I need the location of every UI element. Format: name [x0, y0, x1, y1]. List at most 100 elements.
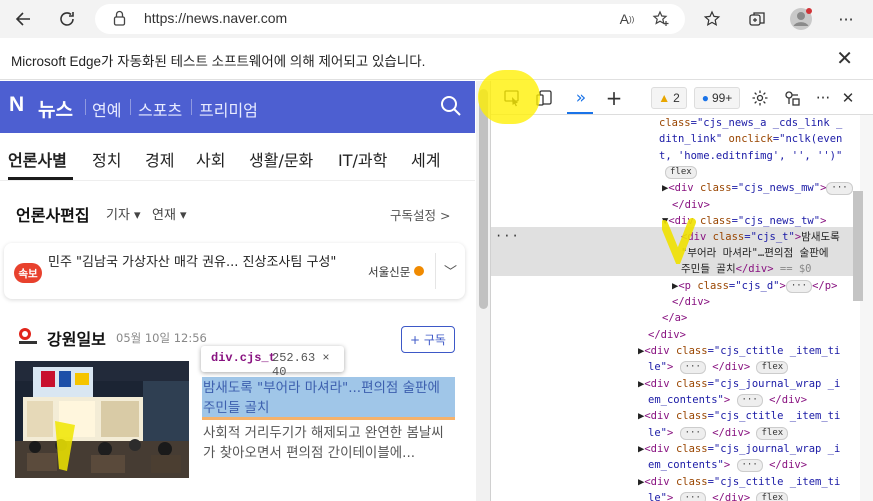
dom-line[interactable]: ▶<div class="cjs_ctitle _item_ti [638, 474, 840, 490]
active-tab-indicator [567, 112, 593, 114]
devtools-scrollbar[interactable] [860, 115, 873, 501]
devtools-scrollbar-thumb[interactable] [853, 191, 863, 301]
nav-entertainment[interactable]: 연예 [92, 97, 121, 121]
infobar-message: Microsoft Edge가 자동화된 테스트 소프트웨어에 의해 제어되고 … [11, 54, 426, 69]
dom-line[interactable]: em_contents"> ··· </div> [648, 457, 807, 473]
press-time: 05월 10일 12:56 [116, 331, 207, 345]
tab-society[interactable]: 사회 [196, 147, 225, 171]
dom-line[interactable]: ▶<div class="cjs_ctitle _item_ti [638, 408, 840, 424]
read-aloud-label: A [619, 11, 629, 27]
nav-sports[interactable]: 스포츠 [138, 97, 182, 121]
edit-row: 언론사편집 기자 ▾ 연재 ▾ 구독설정 > [0, 181, 475, 239]
search-icon[interactable] [440, 95, 462, 117]
nav-divider [191, 99, 192, 115]
dom-line[interactable]: </div> [648, 327, 686, 343]
warnings-badge[interactable]: ▲ 2 [651, 87, 687, 109]
add-tab-icon[interactable]: + [602, 86, 626, 110]
browser-toolbar: https://news.naver.com A)) ··· [0, 0, 873, 38]
dom-line[interactable]: em_contents"> ··· </div> [648, 392, 807, 408]
dom-line[interactable]: ▶<div class="cjs_ctitle _item_ti [638, 343, 840, 359]
dom-line[interactable]: ▶<div class="cjs_journal_wrap _i [638, 441, 840, 457]
read-aloud-icon[interactable]: A)) [616, 8, 638, 30]
add-favorite-icon[interactable] [650, 8, 672, 30]
naver-header: N 뉴스 연예 스포츠 프리미엄 [0, 81, 475, 133]
profile-avatar-icon[interactable] [786, 5, 816, 33]
dom-line[interactable]: ditn_link" onclick="nclk(even [659, 131, 842, 147]
lock-icon[interactable] [113, 10, 126, 26]
press-logo-icon [17, 327, 39, 345]
dom-line[interactable]: le"> ··· </div> flex [648, 490, 789, 501]
series-filter[interactable]: 연재 ▾ [152, 204, 187, 223]
subscribe-settings-link[interactable]: 구독설정 > [390, 205, 450, 224]
close-icon[interactable]: ✕ [836, 46, 853, 70]
dom-line[interactable]: le"> ··· </div> flex [648, 425, 789, 441]
tab-it-science[interactable]: IT/과학 [338, 147, 387, 171]
dom-line[interactable]: ▶<div class="cjs_news_mw"> ··· [662, 180, 853, 196]
customize-icon[interactable] [780, 87, 804, 109]
press-name[interactable]: 강원일보 [47, 326, 106, 350]
messages-count: 99+ [711, 91, 733, 105]
breaking-source[interactable]: 서울신문 [368, 264, 410, 280]
warnings-count: 2 [673, 91, 680, 105]
settings-gear-icon[interactable] [748, 87, 772, 109]
devtools-toolbar: » + ▲ 2 ● 99+ ··· ✕ [491, 81, 873, 115]
category-tabs: 언론사별 정치 경제 사회 생활/문화 IT/과학 세계 [0, 133, 475, 181]
collections-icon[interactable] [742, 5, 772, 33]
yellow-highlight-annotation [478, 70, 540, 124]
article-headline[interactable]: 밤새도록 "부어라 마셔라"...편의점 술판에 주민들 골치 [203, 378, 455, 418]
dom-line[interactable]: </div> [672, 294, 710, 310]
dom-line[interactable]: le"> ··· </div> flex [648, 359, 789, 375]
tab-economy[interactable]: 경제 [145, 147, 174, 171]
dom-line[interactable]: ▶<p class="cjs_d"> ··· </p> [672, 278, 837, 294]
favorites-icon[interactable] [697, 5, 727, 33]
messages-badge[interactable]: ● 99+ [694, 87, 740, 109]
breaking-badge: 속보 [14, 263, 42, 283]
breaking-headline[interactable]: 민주 "김남국 가상자산 매각 권유... 진상조사팀 구성" [48, 253, 348, 272]
article-summary[interactable]: 사회적 거리두기가 해제되고 완연한 봄날씨가 찾아오면서 편의점 간이테이블에… [203, 423, 455, 463]
nav-divider [85, 99, 86, 115]
source-badge-icon [414, 266, 424, 276]
dom-line[interactable]: </div> [672, 197, 710, 213]
news-brand[interactable]: 뉴스 [38, 95, 73, 122]
section-title: 언론사편집 [16, 206, 90, 225]
more-options-icon[interactable]: ··· [811, 87, 835, 109]
tab-by-press[interactable]: 언론사별 [8, 147, 67, 171]
refresh-icon[interactable] [53, 5, 81, 33]
inspect-tooltip: div.cjs_t 252.63 × 40 [201, 346, 344, 379]
article-photo[interactable] [15, 361, 189, 478]
dom-line[interactable]: t, 'home.editnfimg', '', '')" [659, 148, 842, 164]
warning-icon: ▲ [658, 91, 671, 105]
dom-line[interactable]: ▶<div class="cjs_journal_wrap _i [638, 376, 840, 392]
naver-logo[interactable]: N [9, 93, 24, 117]
series-filter-label: 연재 [152, 208, 176, 223]
page-scrollbar-thumb[interactable] [479, 89, 488, 309]
address-bar[interactable]: https://news.naver.com A)) [95, 4, 685, 34]
dom-line[interactable]: class="cjs_news_a _cds_link _ [659, 115, 842, 131]
elements-tree: ··· class="cjs_news_a _cds_link _ ditn_l… [491, 115, 859, 501]
reporter-filter[interactable]: 기자 ▾ [106, 204, 141, 223]
breaking-news-card[interactable]: 속보 민주 "김남국 가상자산 매각 권유... 진상조사팀 구성" 서울신문 … [4, 243, 465, 299]
tab-life-culture[interactable]: 생활/문화 [249, 147, 313, 171]
nav-divider [130, 99, 131, 115]
tooltip-element-size: 252.63 × 40 [272, 351, 330, 379]
message-icon: ● [701, 91, 709, 105]
web-page: N 뉴스 연예 스포츠 프리미엄 언론사별 정치 경제 사회 생활/문화 IT/… [0, 81, 475, 501]
more-tabs-icon[interactable]: » [569, 87, 593, 109]
tab-politics[interactable]: 정치 [92, 147, 121, 171]
back-arrow-icon[interactable] [9, 5, 37, 33]
active-tab-indicator [8, 177, 73, 180]
subscribe-button[interactable]: + 구독 [401, 326, 455, 353]
close-devtools-icon[interactable]: ✕ [836, 87, 860, 109]
devtools-panel: » + ▲ 2 ● 99+ ··· ✕ ··· class="cjs_news_a … [490, 81, 873, 501]
dom-line[interactable]: </a> [662, 310, 687, 326]
node-menu-dots[interactable]: ··· [495, 229, 520, 243]
reporter-filter-label: 기자 [106, 208, 130, 223]
tab-world[interactable]: 세계 [411, 147, 440, 171]
tooltip-element-name: div.cjs_t [211, 351, 276, 365]
divider [435, 253, 436, 289]
more-menu-icon[interactable]: ··· [831, 5, 861, 33]
dom-line[interactable]: flex [665, 164, 697, 180]
nav-premium[interactable]: 프리미엄 [199, 97, 258, 121]
chevron-down-icon[interactable]: ﹀ [444, 261, 457, 280]
url-text[interactable]: https://news.naver.com [144, 10, 287, 26]
